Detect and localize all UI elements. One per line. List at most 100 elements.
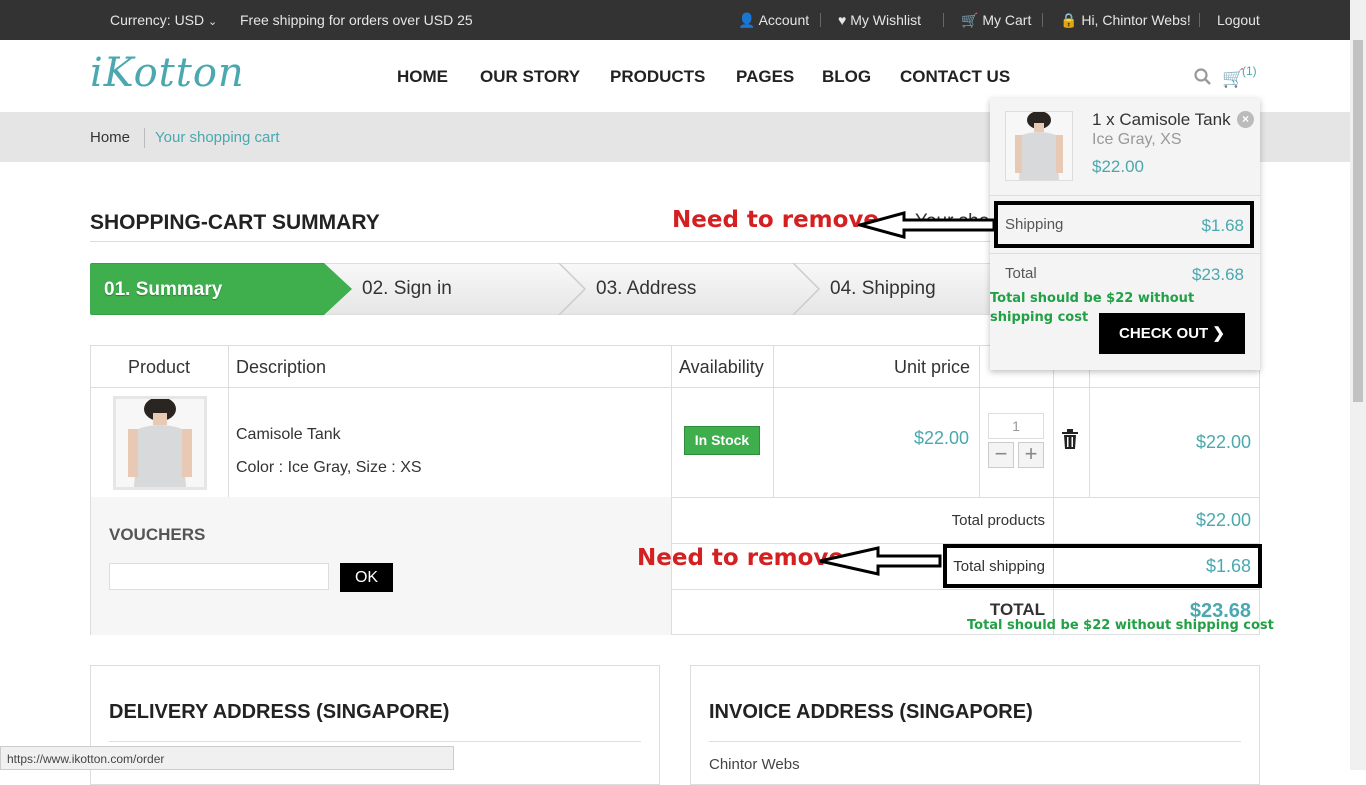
voucher-input[interactable] xyxy=(109,563,329,590)
divider xyxy=(990,253,1260,254)
divider xyxy=(709,741,1241,742)
invoice-address-box: INVOICE ADDRESS (SINGAPORE) Chintor Webs xyxy=(690,665,1260,785)
status-bar: https://www.ikotton.com/order xyxy=(0,746,454,770)
annotation-note-1: Total should be $22 without shipping cos… xyxy=(990,291,1195,325)
nav-pages[interactable]: PAGES xyxy=(736,67,794,87)
cart-icon: 🛒 xyxy=(961,12,979,28)
top-bar: Currency: USD ⌄ Free shipping for orders… xyxy=(0,0,1350,40)
divider xyxy=(820,13,821,27)
greeting-link[interactable]: 🔒 Hi, Chintor Webs! xyxy=(1060,12,1191,29)
in-stock-badge: In Stock xyxy=(684,426,760,455)
currency-selector[interactable]: Currency: USD ⌄ xyxy=(110,12,217,28)
mini-cart-item-name[interactable]: 1 x Camisole Tank xyxy=(1092,110,1231,130)
breadcrumb-current: Your shopping cart xyxy=(155,129,280,146)
mini-cart-thumbnail[interactable] xyxy=(1005,111,1073,181)
account-link[interactable]: 👤 Account xyxy=(738,12,809,29)
unit-price: $22.00 xyxy=(913,428,969,448)
breadcrumb-home[interactable]: Home xyxy=(90,129,130,146)
divider xyxy=(144,128,145,148)
step-arrow xyxy=(558,263,587,315)
product-thumbnail[interactable] xyxy=(113,396,207,490)
step-summary[interactable]: 01. Summary xyxy=(90,263,324,315)
col-description: Description xyxy=(236,357,327,377)
divider xyxy=(671,346,672,635)
divider xyxy=(979,346,980,497)
greeting-label: Hi, Chintor Webs! xyxy=(1081,12,1191,28)
annotation-note-2: Total should be $22 without shipping cos… xyxy=(967,618,1274,633)
nav-products[interactable]: PRODUCTS xyxy=(610,67,705,87)
chevron-right-icon: ❯ xyxy=(1212,325,1225,342)
mini-cart-total-label: Total xyxy=(1005,265,1037,282)
logo[interactable]: iKotton xyxy=(90,50,245,96)
delivery-address-title: DELIVERY ADDRESS (SINGAPORE) xyxy=(109,701,450,723)
divider xyxy=(990,195,1260,196)
nav-home[interactable]: HOME xyxy=(397,67,448,87)
arrow-left-icon xyxy=(819,546,942,576)
grand-total-label: TOTAL xyxy=(989,600,1045,619)
total-products-label: Total products xyxy=(951,512,1045,529)
header-cart-button[interactable]: 🛒 (1) xyxy=(1222,64,1257,89)
voucher-ok-button[interactable]: OK xyxy=(340,563,393,592)
total-products-value: $22.00 xyxy=(1195,510,1251,530)
cart-count: (1) xyxy=(1242,64,1257,78)
divider xyxy=(228,346,229,497)
annotation-remove-1: Need to remove xyxy=(672,207,880,233)
scrollbar-thumb[interactable] xyxy=(1353,40,1363,402)
mini-cart-item-price: $22.00 xyxy=(1092,157,1144,176)
step-label: 03. Address xyxy=(596,278,697,299)
camisole-image-icon xyxy=(1006,112,1072,180)
decrease-quantity-button[interactable]: − xyxy=(988,442,1014,468)
divider xyxy=(773,346,774,497)
col-availability: Availability xyxy=(679,357,764,377)
increase-quantity-button[interactable]: + xyxy=(1018,442,1044,468)
nav-blog[interactable]: BLOG xyxy=(822,67,871,87)
divider xyxy=(91,387,1259,388)
arrow-left-icon xyxy=(858,211,996,239)
account-label: Account xyxy=(758,12,810,28)
divider xyxy=(1042,13,1043,27)
line-total: $22.00 xyxy=(1195,432,1251,452)
step-label: 02. Sign in xyxy=(362,278,452,299)
wishlist-link[interactable]: ♥ My Wishlist xyxy=(838,12,921,28)
divider xyxy=(1199,13,1200,27)
search-icon[interactable] xyxy=(1194,68,1212,91)
page-title: SHOPPING-CART SUMMARY xyxy=(90,211,380,234)
quantity-input[interactable]: 1 xyxy=(988,413,1044,439)
highlight-box xyxy=(943,544,1262,588)
logout-link[interactable]: Logout xyxy=(1217,12,1260,28)
annotation-remove-2: Need to remove xyxy=(637,545,845,571)
divider xyxy=(671,589,1259,590)
wishlist-label: My Wishlist xyxy=(850,12,921,28)
trash-icon[interactable] xyxy=(1061,429,1079,454)
step-sign-in[interactable]: 02. Sign in xyxy=(352,263,586,315)
nav-contact-us[interactable]: CONTACT US xyxy=(900,67,1010,87)
my-cart-link[interactable]: 🛒 My Cart xyxy=(961,12,1031,29)
col-product: Product xyxy=(128,357,191,377)
divider xyxy=(943,13,944,27)
voucher-section: VOUCHERS OK xyxy=(91,497,671,635)
lock-icon: 🔒 xyxy=(1060,12,1078,28)
heart-icon: ♥ xyxy=(838,12,847,28)
mini-cart-total-value: $23.68 xyxy=(1192,265,1244,284)
vouchers-label: VOUCHERS xyxy=(109,525,206,544)
col-unit-price: Unit price xyxy=(894,357,971,377)
step-address[interactable]: 03. Address xyxy=(586,263,820,315)
scrollbar[interactable] xyxy=(1350,0,1366,770)
step-label: 01. Summary xyxy=(104,279,223,300)
remove-item-icon[interactable]: × xyxy=(1237,111,1254,128)
camisole-image-icon xyxy=(116,397,204,487)
chevron-down-icon: ⌄ xyxy=(208,16,218,28)
invoice-name: Chintor Webs xyxy=(709,756,800,773)
step-label: 04. Shipping xyxy=(830,278,936,299)
nav-our-story[interactable]: OUR STORY xyxy=(480,67,580,87)
product-attributes: Color : Ice Gray, Size : XS xyxy=(236,459,422,476)
highlight-box xyxy=(994,201,1254,248)
product-name[interactable]: Camisole Tank xyxy=(236,426,341,444)
currency-label: Currency: USD xyxy=(110,12,205,28)
divider xyxy=(109,741,641,742)
checkout-label: CHECK OUT xyxy=(1119,325,1209,342)
mini-cart-item-attrs: Ice Gray, XS xyxy=(1092,131,1182,148)
divider xyxy=(1053,346,1054,635)
user-icon: 👤 xyxy=(738,12,756,28)
cart-table: Product Description Availability Unit pr… xyxy=(90,345,1260,635)
